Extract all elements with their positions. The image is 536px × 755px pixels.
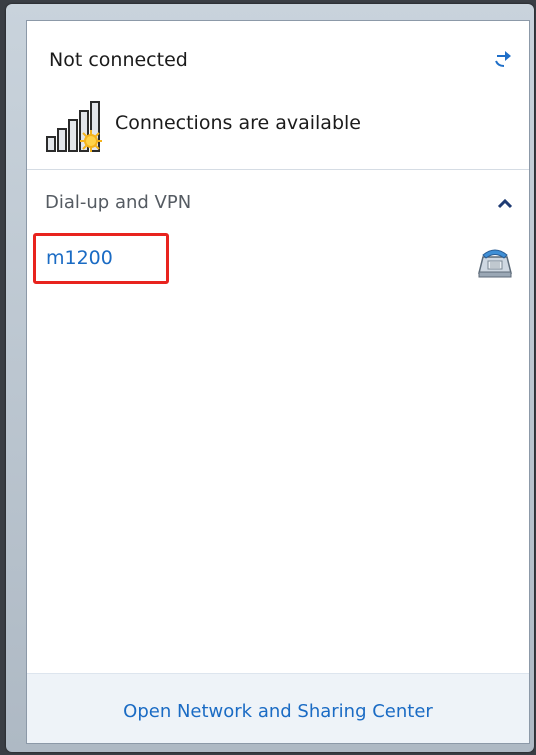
network-flyout-panel: Not connected Connections are available …	[26, 20, 530, 744]
refresh-icon[interactable]	[493, 45, 517, 69]
dialup-vpn-section-label: Dial-up and VPN	[45, 192, 192, 213]
chevron-up-icon[interactable]	[497, 197, 513, 209]
section-divider	[27, 169, 529, 170]
vpn-connection-label: m1200	[46, 247, 113, 269]
signal-bars-icon	[46, 101, 102, 152]
flyout-frame: Not connected Connections are available …	[6, 4, 534, 752]
vpn-connection-item[interactable]: m1200	[33, 233, 169, 284]
flyout-footer: Open Network and Sharing Center	[27, 673, 529, 743]
open-network-sharing-center-link[interactable]: Open Network and Sharing Center	[27, 701, 529, 722]
dialup-phone-icon	[478, 249, 512, 278]
connections-available-text: Connections are available	[115, 112, 361, 134]
connection-status-title: Not connected	[49, 49, 188, 71]
